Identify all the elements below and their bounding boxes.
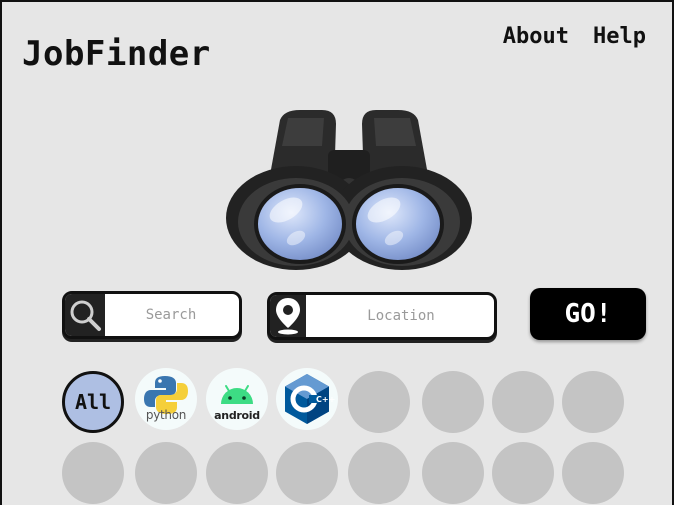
category-placeholder [276,442,338,504]
cpp-logo-text: C++ [316,395,335,404]
search-input[interactable] [109,294,233,336]
category-placeholder [422,442,484,504]
go-button[interactable]: GO! [530,288,646,340]
category-python-button[interactable]: python [135,368,197,430]
magnifier-icon [65,294,105,336]
nav-about-link[interactable]: About [503,24,569,49]
location-input[interactable] [314,295,488,337]
category-placeholder [492,371,554,433]
category-placeholder [492,442,554,504]
location-field[interactable] [267,292,497,340]
map-pin-icon [270,295,306,337]
category-placeholder [562,442,624,504]
category-cpp-button[interactable]: C++ [276,368,338,430]
category-placeholder [422,371,484,433]
top-nav: About Help [503,24,646,49]
category-placeholder [62,442,124,504]
binoculars-icon [226,110,472,270]
category-placeholder [135,442,197,504]
category-android-label: android [214,409,260,422]
category-placeholder [562,371,624,433]
search-field[interactable] [62,291,242,339]
brand-logo[interactable]: JobFinder [22,34,211,74]
category-all-button[interactable]: All [62,371,124,433]
category-placeholder [206,442,268,504]
category-android-button[interactable]: android [206,368,268,430]
category-all-label: All [74,390,112,414]
category-placeholder [348,371,410,433]
category-placeholder [348,442,410,504]
nav-help-link[interactable]: Help [593,24,646,49]
category-python-label: python [145,408,187,422]
cpp-logo-icon: C++ [285,374,335,424]
app-window: JobFinder About Help Search Location GO!… [0,0,674,505]
